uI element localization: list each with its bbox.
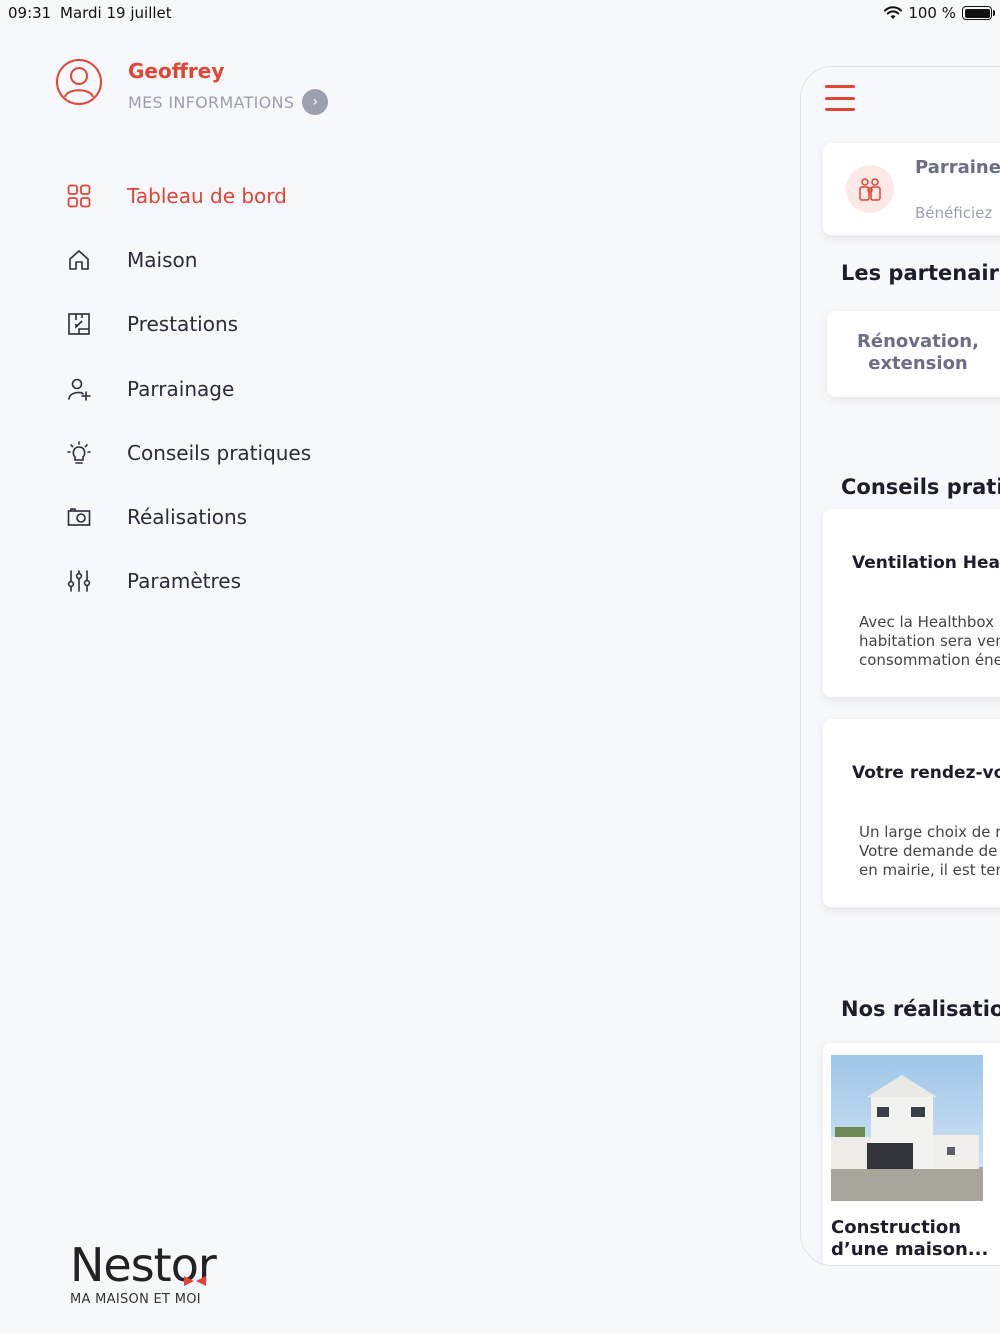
grid-icon: [64, 181, 94, 211]
menu-item-parametres[interactable]: Paramètres: [64, 549, 311, 613]
profile-header[interactable]: Geoffrey MES INFORMATIONS ›: [55, 58, 329, 115]
menu-item-conseils-pratiques[interactable]: Conseils pratiques: [64, 421, 311, 485]
conseil-card-title: Votre rendez-vou: [852, 763, 1000, 783]
menu-label: Tableau de bord: [127, 184, 287, 209]
partner-card[interactable]: Rénovation, extension: [827, 311, 1000, 397]
house-photo: [831, 1055, 983, 1201]
camera-icon: [64, 502, 94, 532]
conseil-card[interactable]: Ventilation Healt Avec la Healthbox 3 ha…: [823, 509, 1000, 697]
menu-label: Maison: [127, 248, 198, 273]
user-avatar-icon: [56, 59, 102, 105]
hamburger-menu-icon[interactable]: [825, 85, 855, 111]
status-date: Mardi 19 juillet: [60, 4, 172, 22]
menu-label: Réalisations: [127, 505, 248, 530]
nestor-logo: Nestor MA MAISON ET MOI: [70, 1240, 217, 1307]
realisation-card[interactable]: Construction d’une maison...: [823, 1043, 1000, 1265]
menu-item-realisations[interactable]: Réalisations: [64, 485, 311, 549]
menu-label: Parrainage: [127, 376, 235, 401]
my-info-link[interactable]: MES INFORMATIONS ›: [128, 89, 329, 115]
partners-section-title: Les partenaire: [841, 261, 1000, 285]
status-bar: 09:31 Mardi 19 juillet 100 %: [0, 0, 1000, 26]
parrainage-card-title: Parrainez: [915, 157, 1000, 178]
menu-item-tableau-de-bord[interactable]: Tableau de bord: [64, 164, 311, 228]
conseils-section-title: Conseils pratic: [841, 475, 1000, 499]
sliders-icon: [64, 566, 94, 596]
conseil-card-excerpt: Un large choix de re Votre demande de en…: [859, 823, 1000, 879]
conseil-card[interactable]: Votre rendez-vou Un large choix de re Vo…: [823, 719, 1000, 907]
side-menu: Tableau de bord Maison Prestations Parra…: [64, 164, 311, 613]
logo-tagline: MA MAISON ET MOI: [70, 1292, 201, 1307]
lightbulb-icon: [64, 438, 94, 468]
realisations-section-title: Nos réalisation: [841, 997, 1000, 1021]
realisation-card-title: Construction d’une maison...: [831, 1217, 989, 1260]
status-time: 09:31: [8, 4, 52, 22]
parrainage-card[interactable]: Parrainez Bénéficiez: [823, 143, 1000, 235]
bowtie-icon: [184, 1276, 206, 1286]
user-plus-icon: [64, 374, 94, 404]
chevron-right-icon[interactable]: ›: [302, 89, 329, 115]
conseil-card-excerpt: Avec la Healthbox 3 habitation sera vent…: [859, 613, 1000, 669]
menu-label: Paramètres: [127, 569, 242, 594]
menu-item-parrainage[interactable]: Parrainage: [64, 357, 311, 421]
menu-item-prestations[interactable]: Prestations: [64, 292, 311, 356]
menu-label: Conseils pratiques: [127, 440, 312, 465]
dashboard-panel[interactable]: Parrainez Bénéficiez Les partenaire Réno…: [800, 66, 1000, 1266]
home-icon: [64, 245, 94, 275]
family-icon: [846, 165, 894, 213]
status-right: 100 %: [884, 4, 995, 22]
menu-label: Prestations: [127, 312, 239, 337]
parrainage-card-subtitle: Bénéficiez: [915, 204, 993, 222]
plan-icon: [64, 309, 94, 339]
profile-name: Geoffrey: [128, 59, 225, 83]
partner-card-label: Rénovation, extension: [857, 331, 979, 374]
conseil-card-title: Ventilation Healt: [852, 553, 1000, 573]
battery-icon: [962, 6, 995, 20]
wifi-icon: [884, 6, 903, 19]
my-info-label: MES INFORMATIONS: [128, 92, 295, 112]
battery-percent: 100 %: [908, 4, 956, 22]
menu-item-maison[interactable]: Maison: [64, 228, 311, 292]
